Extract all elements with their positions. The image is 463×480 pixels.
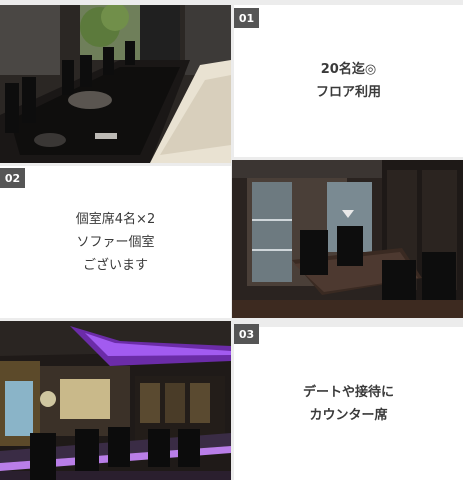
panel-03-card: デートや接待に カウンター席 xyxy=(234,327,463,480)
photo-private-room xyxy=(232,160,463,318)
panel-02-number: 02 xyxy=(0,168,25,188)
panel-03-text: デートや接待に カウンター席 xyxy=(302,384,394,423)
panel-01-card: 20名迄◎ フロア利用 xyxy=(234,5,463,157)
panel-03-number: 03 xyxy=(234,324,259,344)
photo-floor-seating xyxy=(0,5,231,163)
panel-02-card: 個室席4名×2 ソファー個室 ございます xyxy=(0,166,231,318)
photo-counter-seats xyxy=(0,321,231,480)
panel-02-text: 個室席4名×2 ソファー個室 ございます xyxy=(75,211,156,273)
panel-01-text: 20名迄◎ フロア利用 xyxy=(315,62,381,100)
panel-01-number: 01 xyxy=(234,8,259,28)
